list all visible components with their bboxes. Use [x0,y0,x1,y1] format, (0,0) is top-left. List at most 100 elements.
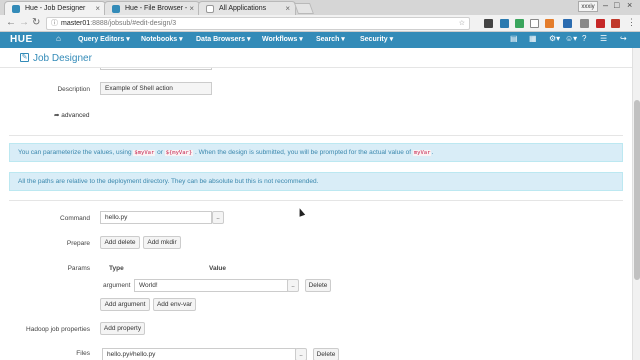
nav-search[interactable]: Search ▾ [316,35,345,43]
params-type-header: Type [109,265,124,272]
add-property-button[interactable]: Add property [100,322,145,335]
files-label: Files [76,350,90,357]
hue-favicon-icon [12,5,20,13]
help-icon[interactable]: ? [582,34,586,43]
description-field[interactable]: Example of Shell action [100,82,212,95]
divider [9,135,623,136]
close-window-icon[interactable]: × [627,0,632,10]
params-value-header: Value [209,265,226,272]
maximize-icon[interactable]: □ [614,0,619,10]
tab-all-applications[interactable]: All Applications × [198,1,296,15]
nav-label: Security [360,36,388,43]
page-scrollbar[interactable] [632,48,640,360]
param-value-field[interactable]: World! [134,279,288,292]
extension-icon[interactable] [515,19,524,28]
new-tab-button[interactable] [293,3,315,14]
nav-workflows[interactable]: Workflows ▾ [262,35,303,43]
add-env-var-button[interactable]: Add env-var [153,298,196,311]
bookmark-star-icon[interactable]: ☆ [459,18,465,30]
close-tab-icon[interactable]: × [95,2,100,15]
nav-data-browsers[interactable]: Data Browsers ▾ [196,35,251,43]
divider [9,200,623,201]
nav-notebooks[interactable]: Notebooks ▾ [141,35,183,43]
browser-menu-icon[interactable]: ⋮ [627,17,636,28]
url-host: master01 [61,20,91,27]
info-text: . When the design is submitted, you will… [195,149,412,156]
pocket-extension-icon[interactable] [484,19,493,28]
description-label: Description [57,86,90,93]
parameterize-info-box: You can parameterize the values, using $… [9,143,623,162]
files-delete-button[interactable]: Delete [313,348,339,360]
back-arrow-icon[interactable]: ← [6,17,16,28]
code-myvar: $myVar [133,150,156,156]
prepare-label: Prepare [66,240,90,247]
extension-icon[interactable] [596,19,605,28]
info-text: . [431,149,434,156]
nav-label: Data Browsers [196,36,246,43]
page-favicon-icon [206,5,214,13]
extension-icon[interactable] [563,19,572,28]
hadoop-properties-label: Hadoop job properties [26,326,90,333]
add-argument-button[interactable]: Add argument [100,298,150,311]
browser-user-badge[interactable]: xxxiy [578,1,598,12]
address-bar-row: ← → ↻ ⓘ master01:8888/jobsub/#edit-desig… [0,15,640,32]
nav-label: Notebooks [141,36,178,43]
command-label: Command [60,215,90,222]
code-myvar-name: myVar [412,150,432,156]
add-mkdir-button[interactable]: Add mkdir [143,236,181,249]
close-tab-icon[interactable]: × [285,2,290,15]
minimize-icon[interactable]: – [603,0,608,10]
table-icon[interactable]: ▦ [529,34,537,43]
forward-arrow-icon[interactable]: → [19,17,29,28]
page-info-icon[interactable]: ⓘ [51,18,58,30]
tab-job-designer[interactable]: Hue - Job Designer × [4,1,106,15]
paths-info-box: All the paths are relative to the deploy… [9,172,623,191]
job-design-form: Description Example of Shell action ➦ ad… [0,68,632,360]
hue-navbar: HUE ⌂ Query Editors ▾ Notebooks ▾ Data B… [0,32,640,48]
add-delete-button[interactable]: Add delete [100,236,140,249]
page-header: ✎ Job Designer [0,48,632,68]
files-field[interactable]: hello.py#hello.py [102,348,296,360]
settings-gear-icon[interactable]: ⚙▾ [549,34,560,43]
info-text: You can parameterize the values, using [18,149,132,156]
info-text: or [157,149,163,156]
advanced-label: advanced [61,112,90,119]
user-icon[interactable]: ☺▾ [565,34,577,43]
nav-label: Search [316,36,340,43]
reload-icon[interactable]: ↻ [32,17,40,28]
documents-icon[interactable]: ▤ [510,34,518,43]
nav-query-editors[interactable]: Query Editors ▾ [78,35,130,43]
nav-label: Workflows [262,36,298,43]
logout-icon[interactable]: ↪ [620,34,627,43]
extension-icon[interactable] [500,19,509,28]
name-field-remnant[interactable] [100,68,212,70]
jobs-icon[interactable]: ☰ [600,34,607,43]
files-browse-button[interactable]: .. [295,348,307,360]
code-myvar-braces: ${myVar} [164,150,194,156]
hue-logo[interactable]: HUE [10,34,33,45]
url-path: :8888/jobsub/#edit-design/3 [90,20,177,27]
page-title: Job Designer [33,53,92,64]
param-browse-button[interactable]: .. [287,279,299,292]
url-input[interactable]: ⓘ master01:8888/jobsub/#edit-design/3 ☆ [46,17,470,30]
nav-label: Query Editors [78,36,125,43]
edit-pencil-icon: ✎ [20,53,29,62]
extension-icon[interactable] [545,19,554,28]
extension-icon[interactable] [580,19,589,28]
extension-icon[interactable] [611,19,620,28]
param-type: argument [103,282,131,289]
home-icon[interactable]: ⌂ [56,34,61,43]
command-browse-button[interactable]: .. [212,211,224,224]
param-delete-button[interactable]: Delete [305,279,331,292]
extension-icon[interactable] [530,19,539,28]
tab-title: Hue - Job Designer [25,5,86,12]
browser-tab-bar: Hue - Job Designer × Hue - File Browser … [0,0,640,15]
tab-file-browser[interactable]: Hue - File Browser - × [104,1,200,15]
info-text: All the paths are relative to the deploy… [18,178,319,185]
close-tab-icon[interactable]: × [189,2,194,15]
nav-security[interactable]: Security ▾ [360,35,393,43]
command-field[interactable]: hello.py [100,211,212,224]
advanced-toggle[interactable]: ➦ advanced [54,111,89,119]
scrollbar-thumb[interactable] [634,100,640,280]
share-arrow-icon: ➦ [54,112,60,119]
